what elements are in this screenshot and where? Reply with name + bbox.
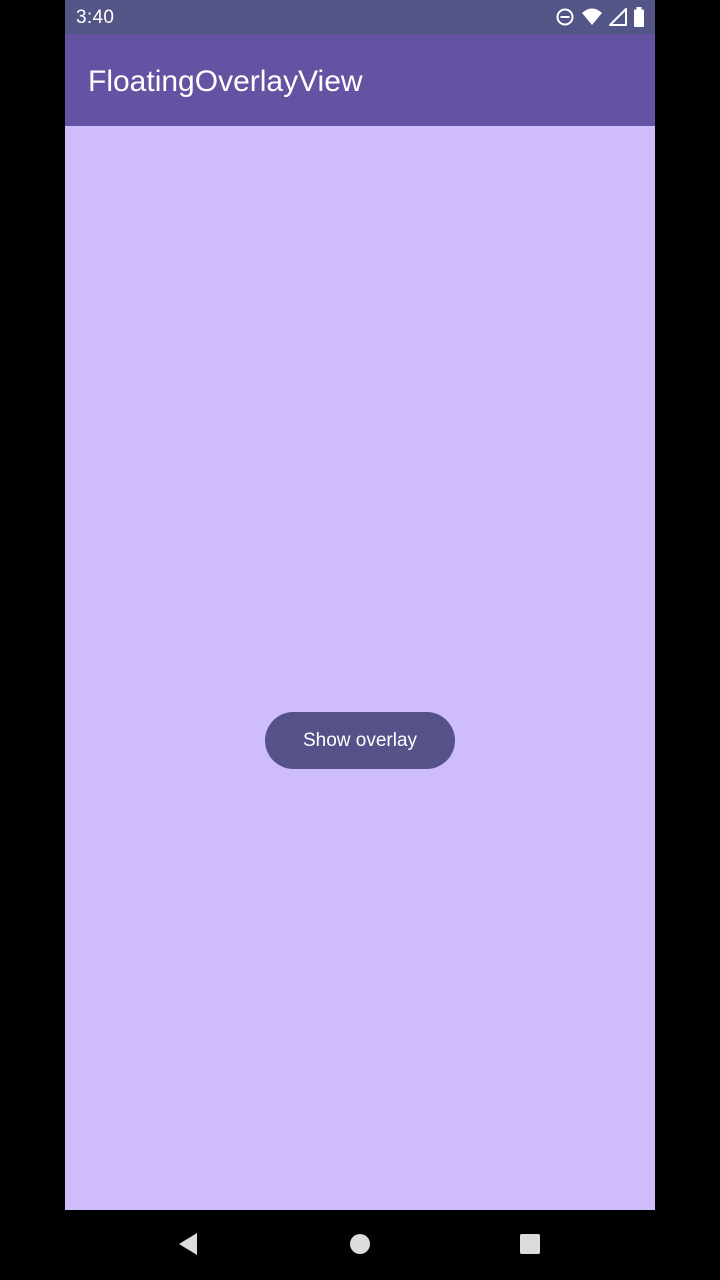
- main-content: Show overlay: [65, 126, 655, 1210]
- back-icon: [177, 1232, 199, 1261]
- app-title: FloatingOverlayView: [88, 65, 363, 98]
- status-icons: [555, 6, 645, 28]
- app-bar: FloatingOverlayView: [65, 34, 655, 126]
- back-button[interactable]: [174, 1232, 202, 1260]
- status-time: 3:40: [76, 7, 115, 28]
- do-not-disturb-icon: [555, 7, 575, 27]
- app-screen: 3:40 FloatingOverlayView Show overlay: [65, 0, 655, 1210]
- status-bar: 3:40: [65, 0, 655, 34]
- home-icon: [349, 1233, 371, 1260]
- show-overlay-button[interactable]: Show overlay: [265, 712, 455, 769]
- battery-icon: [633, 7, 645, 27]
- navigation-bar: [0, 1210, 720, 1280]
- home-button[interactable]: [346, 1232, 374, 1260]
- wifi-icon: [581, 7, 603, 27]
- cell-signal-icon: [609, 8, 627, 26]
- recents-icon: [519, 1233, 541, 1260]
- recents-button[interactable]: [516, 1232, 544, 1260]
